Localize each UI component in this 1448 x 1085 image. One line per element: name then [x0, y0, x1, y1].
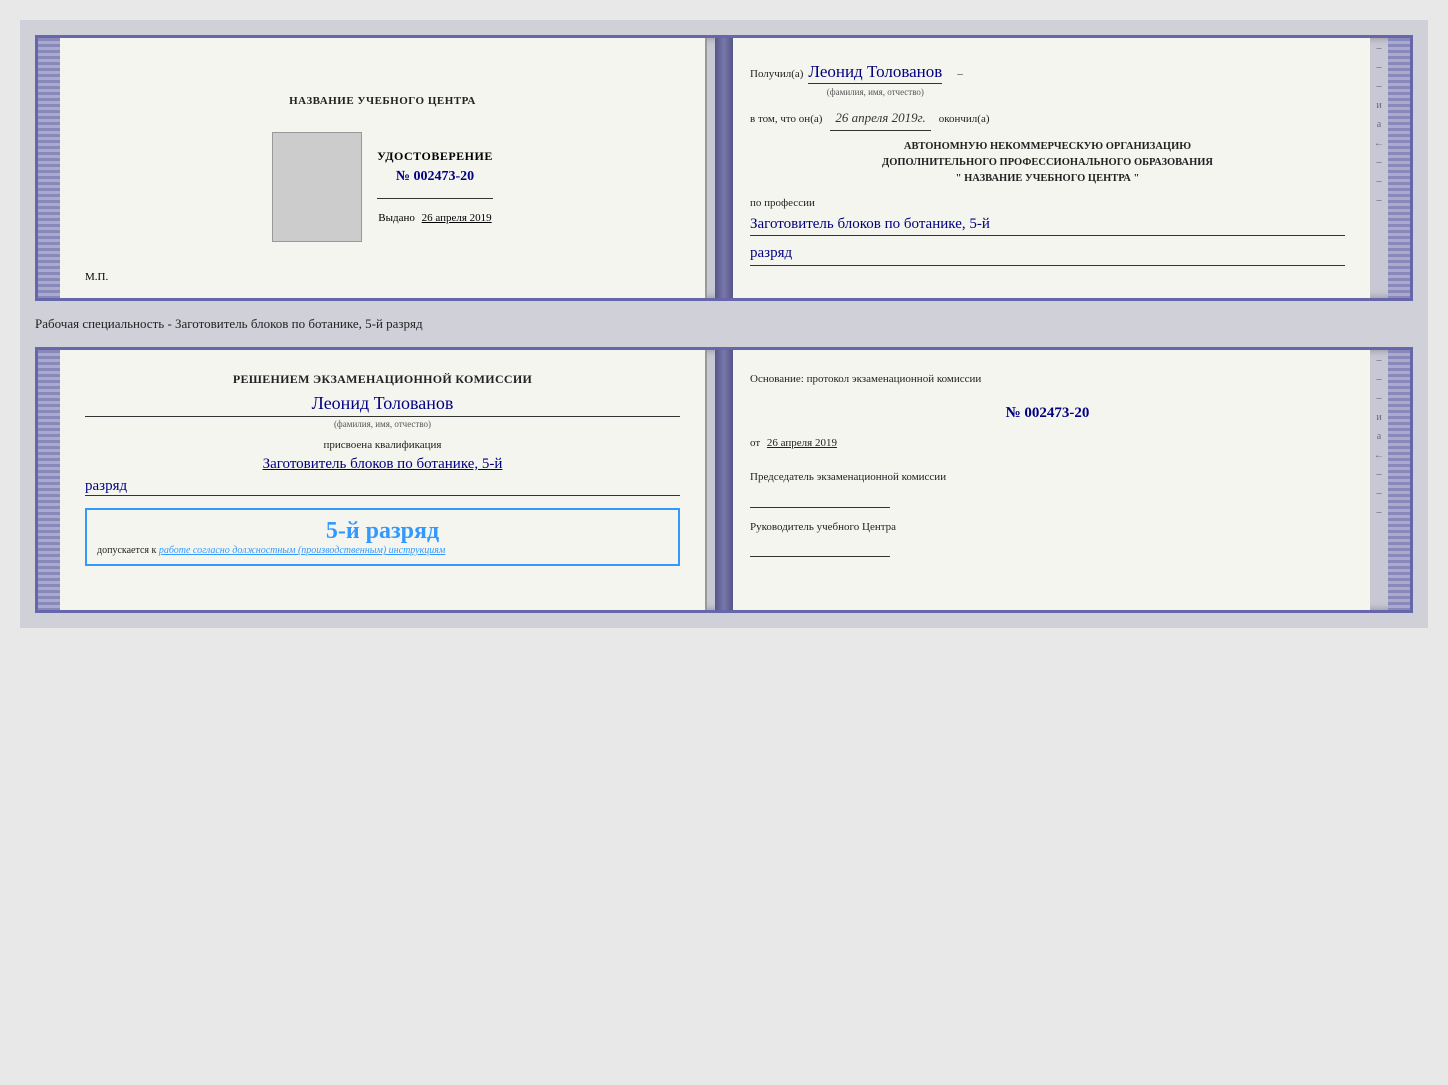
qualification-profession: Заготовитель блоков по ботанике, 5-й: [85, 454, 680, 475]
protocol-date-value: 26 апреля 2019: [767, 437, 837, 449]
specialty-text: Рабочая специальность - Заготовитель бло…: [35, 311, 1413, 337]
org-name-top-left: НАЗВАНИЕ УЧЕБНОГО ЦЕНТРА: [289, 95, 476, 107]
commission-name-sub: (фамилия, имя, отчество): [85, 419, 680, 429]
chairman-label: Председатель экзаменационной комиссии: [750, 468, 1345, 487]
issued-date: Выдано 26 апреля 2019: [378, 212, 491, 224]
bottom-left-page: Решением экзаменационной комиссии Леонид…: [60, 350, 707, 610]
rank-value: разряд: [750, 241, 1345, 266]
recipient-name: Леонид Толованов: [808, 62, 942, 84]
basis-title: Основание: протокол экзаменационной коми…: [750, 370, 1345, 389]
qualification-text: присвоена квалификация: [85, 439, 680, 451]
top-right-page: Получил(а) Леонид Толованов (фамилия, им…: [725, 38, 1370, 298]
commission-title: Решением экзаменационной комиссии: [85, 370, 680, 388]
book-edge-left-top: [38, 38, 60, 298]
profession-block: по профессии Заготовитель блоков по бота…: [750, 195, 1345, 266]
left-bottom-row: УДОСТОВЕРЕНИЕ № 002473-20 Выдано 26 апре…: [272, 132, 493, 242]
right-side-dashes-bottom: – – – и а ← – – –: [1370, 350, 1388, 610]
stamp-box: 5-й разряд допускается к работе согласно…: [85, 508, 680, 566]
bottom-right-page: Основание: протокол экзаменационной коми…: [725, 350, 1370, 610]
qualification-rank: разряд: [85, 478, 680, 496]
stamp-admission: допускается к работе согласно должностны…: [97, 545, 668, 556]
book-edge-left-bottom: [38, 350, 60, 610]
chairman-block: Председатель экзаменационной комиссии: [750, 468, 1345, 508]
book-edge-right-bottom: [1388, 350, 1410, 610]
protocol-number: № 002473-20: [750, 401, 1345, 427]
director-block: Руководитель учебного Центра: [750, 518, 1345, 558]
date-value: 26 апреля 2019г.: [830, 108, 930, 132]
top-left-page: НАЗВАНИЕ УЧЕБНОГО ЦЕНТРА УДОСТОВЕРЕНИЕ №…: [60, 38, 707, 298]
book-edge-right-top: [1388, 38, 1410, 298]
book-spine-top: [715, 38, 733, 298]
page-container: НАЗВАНИЕ УЧЕБНОГО ЦЕНТРА УДОСТОВЕРЕНИЕ №…: [20, 20, 1428, 628]
chairman-sig-line: [750, 507, 890, 508]
cert-number: № 002473-20: [396, 169, 474, 185]
protocol-date: от 26 апреля 2019: [750, 434, 1345, 453]
cert-title: УДОСТОВЕРЕНИЕ: [377, 149, 493, 164]
name-subtitle: (фамилия, имя, отчество): [808, 85, 942, 99]
director-sig-line: [750, 556, 890, 557]
org-block: АВТОНОМНУЮ НЕКОММЕРЧЕСКУЮ ОРГАНИЗАЦИЮ ДО…: [750, 139, 1345, 186]
top-document-book: НАЗВАНИЕ УЧЕБНОГО ЦЕНТРА УДОСТОВЕРЕНИЕ №…: [35, 35, 1413, 301]
date-line: в том, что он(а) 26 апреля 2019г. окончи…: [750, 108, 1345, 132]
commission-name: Леонид Толованов: [85, 393, 680, 417]
bottom-document-book: Решением экзаменационной комиссии Леонид…: [35, 347, 1413, 613]
book-spine-bottom: [715, 350, 733, 610]
profession-value: Заготовитель блоков по ботанике, 5-й: [750, 215, 1345, 236]
recipient-name-block: Леонид Толованов (фамилия, имя, отчество…: [808, 58, 942, 100]
right-side-dashes-top: – – – и а ← – – –: [1370, 38, 1388, 298]
mp-label: М.П.: [85, 271, 108, 283]
divider-line: [377, 198, 493, 199]
recipient-line: Получил(а) Леонид Толованов (фамилия, им…: [750, 58, 1345, 100]
cert-info: УДОСТОВЕРЕНИЕ № 002473-20 Выдано 26 апре…: [377, 149, 493, 224]
photo-placeholder: [272, 132, 362, 242]
director-label: Руководитель учебного Центра: [750, 518, 1345, 537]
stamp-rank-big: 5-й разряд: [97, 518, 668, 545]
